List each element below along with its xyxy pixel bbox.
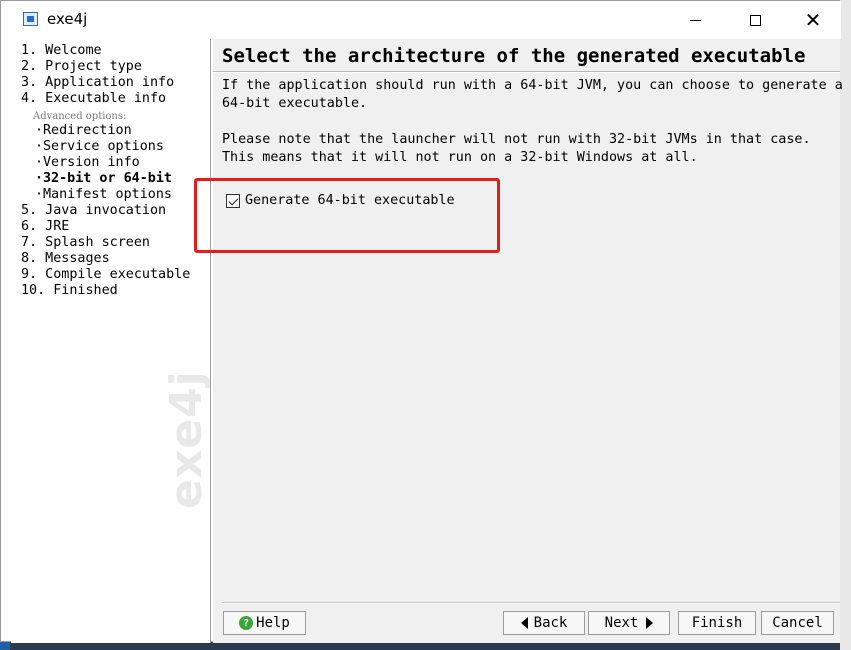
step-messages[interactable]: 8. Messages [21,251,110,267]
page-title: Select the architecture of the generated… [222,45,806,67]
paragraph-line: Please note that the launcher will not r… [222,132,811,147]
close-icon: ✕ [804,8,822,32]
step-label: Redirection [43,123,132,138]
content-pane: Select the architecture of the generated… [213,39,843,643]
back-button-label: Back [533,615,568,631]
step-32-or-64-bit[interactable]: ·32-bit or 64-bit [35,171,172,187]
step-splash-screen[interactable]: 7. Splash screen [21,235,150,251]
step-version-info[interactable]: ·Version info [35,155,140,171]
step-java-invocation[interactable]: 5. Java invocation [21,203,166,219]
title-bar[interactable]: exe4j ✕ [1,1,841,39]
bullet: · [35,155,44,170]
cancel-button[interactable]: Cancel [761,611,834,635]
paragraph-line: 64-bit executable. [222,96,368,111]
arrow-left-icon [520,617,528,629]
wizard-steps-panel: 1. Welcome 2. Project type 3. Applicatio… [11,39,211,643]
next-button[interactable]: Next [588,611,670,635]
heading-divider [213,71,840,73]
description-paragraph-1: If the application should run with a 64-… [222,77,843,113]
paragraph-line: If the application should run with a 64-… [222,78,843,93]
step-executable-info[interactable]: 4. Executable info [21,91,166,107]
advanced-options-label: Advanced options: [33,111,127,122]
step-label: Version info [43,155,140,170]
bullet: · [35,123,44,138]
highlight-annotation-box [194,178,500,253]
minimize-icon [689,19,701,21]
close-button[interactable]: ✕ [783,1,843,39]
step-label: 32-bit or 64-bit [43,171,172,186]
bullet: · [35,187,44,202]
finish-button[interactable]: Finish [678,611,756,635]
step-project-type[interactable]: 2. Project type [21,59,142,75]
step-redirection[interactable]: ·Redirection [35,123,132,139]
step-compile-executable[interactable]: 9. Compile executable [21,267,190,283]
cancel-button-label: Cancel [772,615,823,631]
step-application-info[interactable]: 3. Application info [21,75,174,91]
description-paragraph-2: Please note that the launcher will not r… [222,131,811,167]
step-finished[interactable]: 10. Finished [21,283,118,299]
help-icon: ? [239,616,254,630]
arrow-right-icon [646,617,654,629]
step-welcome[interactable]: 1. Welcome [21,43,102,59]
footer-divider [222,602,840,604]
help-button-label: Help [256,615,290,631]
exe4j-wizard-window: exe4j ✕ 1. Welcome 2. Project type 3. Ap… [0,0,843,643]
maximize-button[interactable] [725,1,785,39]
exe4j-watermark: exe4j [161,370,211,509]
window-title: exe4j [47,10,88,28]
bullet: · [35,139,44,154]
paragraph-line: This means that it will not run on a 32-… [222,150,698,165]
maximize-icon [749,14,761,26]
step-manifest-options[interactable]: ·Manifest options [35,187,172,203]
step-label: Service options [43,139,164,154]
step-label: Manifest options [43,187,172,202]
finish-button-label: Finish [691,615,743,631]
step-jre[interactable]: 6. JRE [21,219,69,235]
back-button[interactable]: Back [503,611,585,635]
step-service-options[interactable]: ·Service options [35,139,164,155]
next-button-label: Next [604,615,639,631]
minimize-button[interactable] [665,1,725,39]
bullet: · [35,171,44,186]
exe4j-app-icon [23,12,38,26]
help-button[interactable]: ? Help [223,611,306,635]
